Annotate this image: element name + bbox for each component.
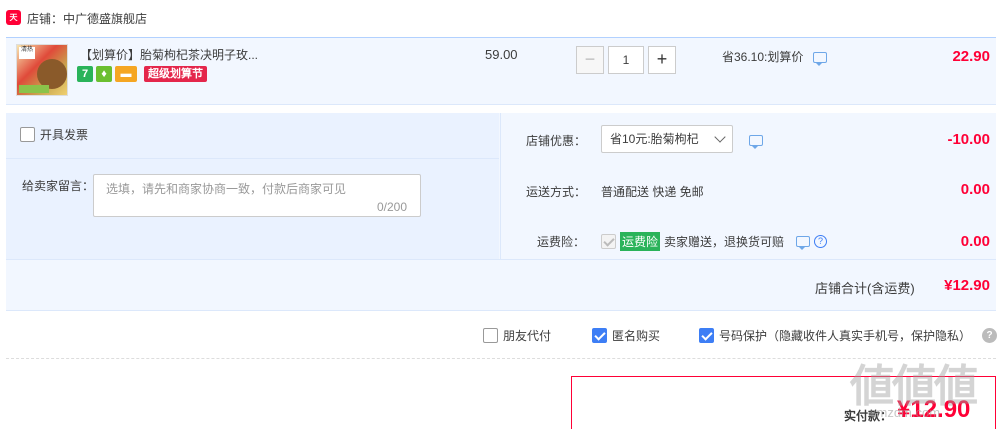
- shop-name[interactable]: 店铺：中广德盛旗舰店: [27, 10, 147, 27]
- quantity-stepper: − 1 +: [576, 46, 676, 74]
- divider: [6, 259, 996, 260]
- invoice-checkbox[interactable]: [20, 127, 35, 142]
- chat-icon[interactable]: [812, 52, 827, 67]
- insurance-text: 卖家赠送，退换货可赔: [664, 235, 785, 249]
- insurance-option: 运费险 卖家赠送，退换货可赔 ?: [601, 232, 828, 251]
- seven-day-return-icon[interactable]: 7: [77, 66, 93, 82]
- insurance-label: 运费险：: [537, 235, 586, 249]
- insurance-badge: 运费险: [620, 232, 661, 251]
- divider: [6, 158, 499, 159]
- chat-icon[interactable]: [796, 236, 811, 250]
- shipping-amount: 0.00: [960, 181, 990, 198]
- friend-pay-checkbox[interactable]: [483, 328, 498, 343]
- message-char-count: 0/200: [377, 200, 408, 214]
- anonymous-label: 匿名购买: [612, 329, 661, 343]
- shop-subtotal-value: ¥12.90: [944, 277, 990, 294]
- message-label: 给卖家留言：: [22, 179, 95, 193]
- shipping-label: 运送方式：: [526, 185, 587, 199]
- anonymous-option[interactable]: 匿名购买: [592, 327, 660, 344]
- unit-price: 59.00: [485, 47, 518, 62]
- promo-tag: 超级划算节: [144, 66, 207, 82]
- increment-button[interactable]: +: [648, 46, 676, 74]
- help-icon[interactable]: ?: [814, 235, 828, 248]
- service-icons: 7 ♦ ▬ 超级划算节: [77, 66, 207, 82]
- product-thumbnail[interactable]: 清热: [16, 44, 68, 96]
- coupon-label: 店铺优惠：: [526, 134, 587, 148]
- invoice-label: 开具发票: [40, 128, 89, 142]
- insurance-amount: 0.00: [960, 233, 990, 250]
- guarantee-shield-icon[interactable]: ♦: [96, 66, 112, 82]
- friend-pay-label: 朋友代付: [503, 329, 552, 343]
- number-protect-checkbox[interactable]: [699, 328, 714, 343]
- shop-header: 天猫 店铺：中广德盛旗舰店: [0, 0, 1002, 37]
- product-title[interactable]: 【划算价】胎菊枸杞茶决明子玫...: [80, 46, 258, 63]
- quantity-input[interactable]: 1: [608, 46, 644, 74]
- chevron-down-icon: [714, 131, 726, 143]
- number-protect-label: 号码保护（隐藏收件人真实手机号，保护隐私）: [719, 329, 972, 343]
- thumb-strip: [19, 85, 49, 93]
- decrement-button[interactable]: −: [576, 46, 604, 74]
- shipping-value: 普通配送 快递 免邮: [601, 185, 704, 199]
- tmall-logo-icon: 天猫: [6, 10, 21, 37]
- chat-icon[interactable]: [749, 135, 763, 150]
- saving-info: 省36.10:划算价: [722, 48, 827, 67]
- divider: [6, 358, 996, 359]
- shop-subtotal-label: 店铺合计(含运费): [815, 281, 915, 296]
- question-icon[interactable]: ?: [982, 328, 997, 343]
- friend-pay-option[interactable]: 朋友代付: [483, 327, 551, 344]
- coupon-amount: -10.00: [947, 131, 990, 148]
- saving-text: 省36.10:划算价: [722, 50, 804, 64]
- invoice-option[interactable]: 开具发票: [20, 126, 88, 143]
- thumb-label: 清热: [19, 47, 35, 59]
- anonymous-checkbox[interactable]: [592, 328, 607, 343]
- coupon-value: 省10元:胎菊枸杞: [610, 132, 699, 146]
- message-placeholder: 选填，请先和商家协商一致，付款后商家可见: [106, 182, 347, 196]
- coupon-select[interactable]: 省10元:胎菊枸杞: [601, 125, 733, 153]
- watermark-url: smzdm.com: [870, 405, 941, 420]
- insurance-checkbox: [601, 234, 616, 249]
- item-total: 22.90: [952, 48, 990, 65]
- credit-card-icon[interactable]: ▬: [115, 66, 137, 82]
- number-protect-option[interactable]: 号码保护（隐藏收件人真实手机号，保护隐私）: [699, 327, 971, 344]
